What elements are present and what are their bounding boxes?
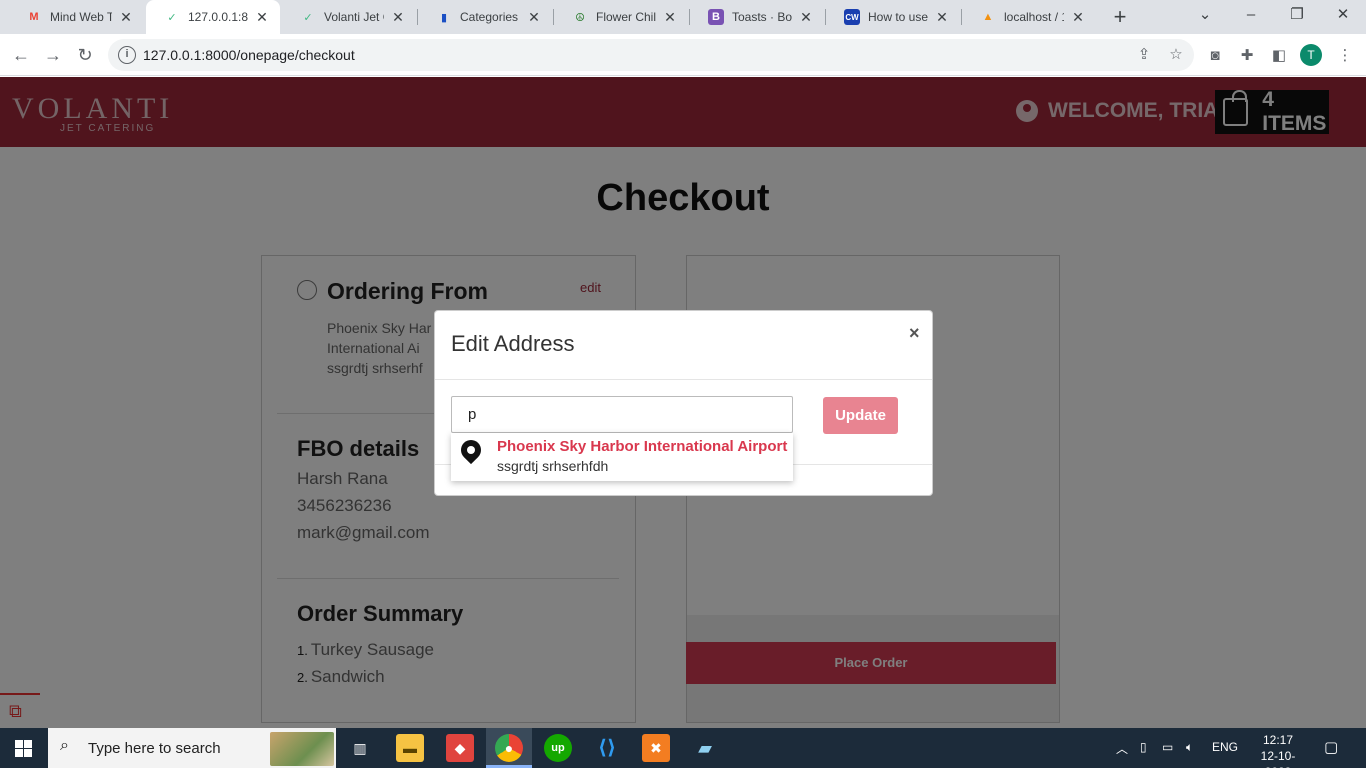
xampp-icon[interactable]: ✖ [642, 734, 670, 762]
windows-taskbar: ⌕ Type here to search ▥ ▬ ◆ ● up ⟨⟩ ✖ ▰ … [0, 728, 1366, 768]
bootstrap-icon: B [708, 9, 724, 25]
browser-tabstrip: M Mind Web Tr ✕ ✓ 127.0.0.1:800 ✕ ✓ Vola… [0, 0, 1366, 34]
tab-localhost[interactable]: ▲ localhost / 1. ✕ [962, 0, 1096, 34]
bag-icon: ▮ [440, 11, 448, 24]
suggestion-title: Phoenix Sky Harbor International Airport [497, 438, 788, 455]
vue-icon: ✓ [303, 11, 313, 24]
extensions-icon[interactable]: ✚ [1236, 45, 1258, 67]
peace-icon: ☮ [575, 11, 585, 24]
browser-toolbar: ← → ↻ i 127.0.0.1:8000/onepage/checkout … [0, 34, 1366, 76]
tab-title: How to use p [868, 10, 928, 24]
tab-toasts[interactable]: B Toasts · Boot ✕ [690, 0, 824, 34]
new-tab-button[interactable]: + [1108, 5, 1132, 29]
edit-address-modal: Edit Address × Update Phoenix Sky Harbor… [434, 310, 933, 496]
chevron-up-icon[interactable]: ︿ [1116, 740, 1128, 757]
tab-title: Mind Web Tr [50, 10, 112, 24]
tab-how-to-use[interactable]: CW How to use p ✕ [826, 0, 960, 34]
profile-avatar[interactable]: T [1300, 44, 1322, 66]
info-icon[interactable]: i [118, 46, 136, 64]
file-explorer-icon[interactable]: ▬ [396, 734, 424, 762]
clock-date: 12-10-2023 [1260, 749, 1296, 768]
close-window-button[interactable]: ✕ [1320, 0, 1366, 34]
vscode-icon[interactable]: ⟨⟩ [593, 734, 621, 762]
notepad-icon[interactable]: ▰ [691, 734, 719, 762]
tab-search-icon[interactable]: ⌄ [1182, 0, 1228, 34]
search-icon: ⌕ [60, 737, 69, 754]
tab-checkout[interactable]: ✓ 127.0.0.1:800 ✕ [146, 0, 280, 34]
side-panel-icon[interactable]: ◧ [1268, 45, 1290, 67]
notifications-icon[interactable]: ▢ [1324, 738, 1338, 756]
tab-flower-child[interactable]: ☮ Flower Child ✕ [554, 0, 688, 34]
address-bar[interactable]: i 127.0.0.1:8000/onepage/checkout ⇪ ☆ [108, 39, 1194, 71]
tab-title: Flower Child [596, 10, 656, 24]
address-search-input[interactable] [451, 396, 793, 433]
close-icon[interactable]: ✕ [798, 9, 814, 26]
bookmark-star-icon[interactable]: ☆ [1166, 45, 1186, 65]
windows-start-icon[interactable] [15, 740, 32, 757]
map-pin-icon [456, 435, 486, 465]
forward-button[interactable]: → [38, 40, 68, 70]
minimize-button[interactable]: – [1228, 0, 1274, 34]
anydesk-icon[interactable]: ◆ [446, 734, 474, 762]
search-highlight-image [270, 732, 334, 766]
close-icon[interactable]: ✕ [254, 9, 270, 26]
close-icon[interactable]: ✕ [1070, 9, 1086, 26]
close-icon[interactable]: ✕ [526, 9, 542, 26]
chrome-icon[interactable]: ● [495, 734, 523, 762]
task-view-icon[interactable]: ▥ [346, 734, 374, 762]
network-icon[interactable]: ▭ [1162, 740, 1173, 754]
tab-title: Categories [460, 10, 519, 24]
menu-icon[interactable]: ⋮ [1334, 45, 1356, 67]
suggestion-subtitle: ssgrdtj srhserhfdh [497, 458, 609, 474]
url-text: 127.0.0.1:8000/onepage/checkout [143, 47, 355, 63]
tab-categories[interactable]: ▮ Categories ✕ [418, 0, 552, 34]
phpmyadmin-icon: ▲ [982, 11, 994, 23]
battery-icon[interactable]: ▯ [1140, 740, 1147, 754]
gmail-icon: M [29, 11, 39, 23]
close-icon[interactable]: ✕ [118, 9, 134, 26]
tab-title: Volanti Jet C [324, 10, 384, 24]
update-button[interactable]: Update [823, 397, 898, 434]
page-content: VOLANTI JET CATERING WELCOME, TRIAL ⌄ 4 … [0, 77, 1366, 728]
taskbar-search-placeholder: Type here to search [88, 740, 221, 757]
clock-time: 12:17 [1262, 733, 1294, 747]
vue-icon: ✓ [167, 11, 177, 24]
camera-icon[interactable]: ◙ [1204, 45, 1226, 67]
tab-mind-web[interactable]: M Mind Web Tr ✕ [8, 0, 144, 34]
clock[interactable]: 12:17 12-10-2023 [1248, 732, 1308, 768]
address-suggestion[interactable]: Phoenix Sky Harbor International Airport… [451, 433, 793, 481]
volume-icon[interactable]: 🔈︎ [1186, 740, 1193, 755]
tab-title: 127.0.0.1:800 [188, 10, 248, 24]
close-icon[interactable]: ✕ [934, 9, 950, 26]
close-icon[interactable]: ✕ [662, 9, 678, 26]
restore-button[interactable]: ❐ [1274, 0, 1320, 34]
share-icon[interactable]: ⇪ [1134, 45, 1154, 65]
tab-volanti[interactable]: ✓ Volanti Jet C ✕ [282, 0, 416, 34]
taskbar-search[interactable]: ⌕ Type here to search [48, 728, 336, 768]
reload-button[interactable]: ↻ [70, 40, 100, 70]
modal-divider [435, 379, 932, 380]
cw-icon: CW [844, 9, 860, 25]
close-icon[interactable]: ✕ [390, 9, 406, 26]
tab-title: localhost / 1. [1004, 10, 1064, 24]
close-icon[interactable]: × [909, 323, 920, 344]
language-indicator[interactable]: ENG [1212, 740, 1238, 754]
tab-title: Toasts · Boot [732, 10, 792, 24]
modal-title: Edit Address [451, 331, 575, 356]
back-button[interactable]: ← [6, 40, 36, 70]
upwork-icon[interactable]: up [544, 734, 572, 762]
